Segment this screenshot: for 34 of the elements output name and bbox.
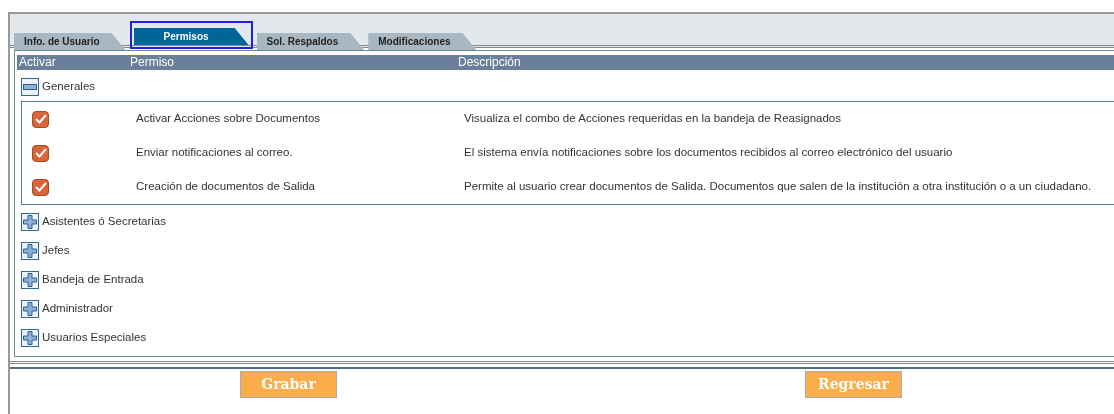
group-label: Administrador [42, 300, 113, 316]
plus-icon [23, 301, 37, 316]
expand-button[interactable] [21, 212, 39, 231]
group-label: Usuarios Especiales [42, 329, 147, 345]
checkbox[interactable] [32, 178, 49, 196]
expand-button[interactable] [21, 241, 39, 260]
column-header: Activar [18, 55, 57, 70]
checkbox[interactable] [32, 110, 49, 128]
column-header: Permiso [129, 55, 175, 70]
plus-icon [23, 214, 37, 229]
tab[interactable]: Permisos [133, 28, 249, 45]
expand-button[interactable] [21, 270, 39, 289]
plus-icon [23, 330, 37, 345]
permission-name: Creación de documentos de Salida [136, 180, 315, 193]
group-label: Bandeja de Entrada [42, 271, 144, 287]
permission-description: El sistema envía notificaciones sobre los documentos recibidos al correo electrónico del usuario [464, 145, 953, 161]
tab[interactable]: Modificaciones [368, 33, 477, 50]
column-header: Descripción [458, 55, 521, 70]
group-label: Generales [42, 78, 96, 94]
permission-description: Permite al usuario crear documentos de Salida. Documentos que salen de la institución a otra institución o a un ciudadano. [464, 179, 1092, 195]
tab[interactable]: Sol. Respaldos [256, 33, 365, 50]
expand-button[interactable] [21, 328, 39, 347]
checkbox[interactable] [32, 144, 49, 162]
plus-icon [23, 243, 37, 258]
group-label: Asistentes ó Secretarias [42, 213, 166, 229]
plus-icon [23, 272, 37, 287]
minus-icon [23, 83, 37, 90]
expand-button[interactable] [21, 299, 39, 318]
collapse-button[interactable] [21, 77, 39, 96]
permission-description: Visualiza el combo de Acciones requeridas en la bandeja de Reasignados [464, 111, 841, 127]
permission-name: Activar Acciones sobre Documentos [136, 112, 321, 125]
tab[interactable]: Info. de Usuario [14, 33, 126, 50]
group-label: Jefes [42, 242, 70, 258]
permission-name: Enviar notificaciones al correo. [136, 146, 293, 159]
